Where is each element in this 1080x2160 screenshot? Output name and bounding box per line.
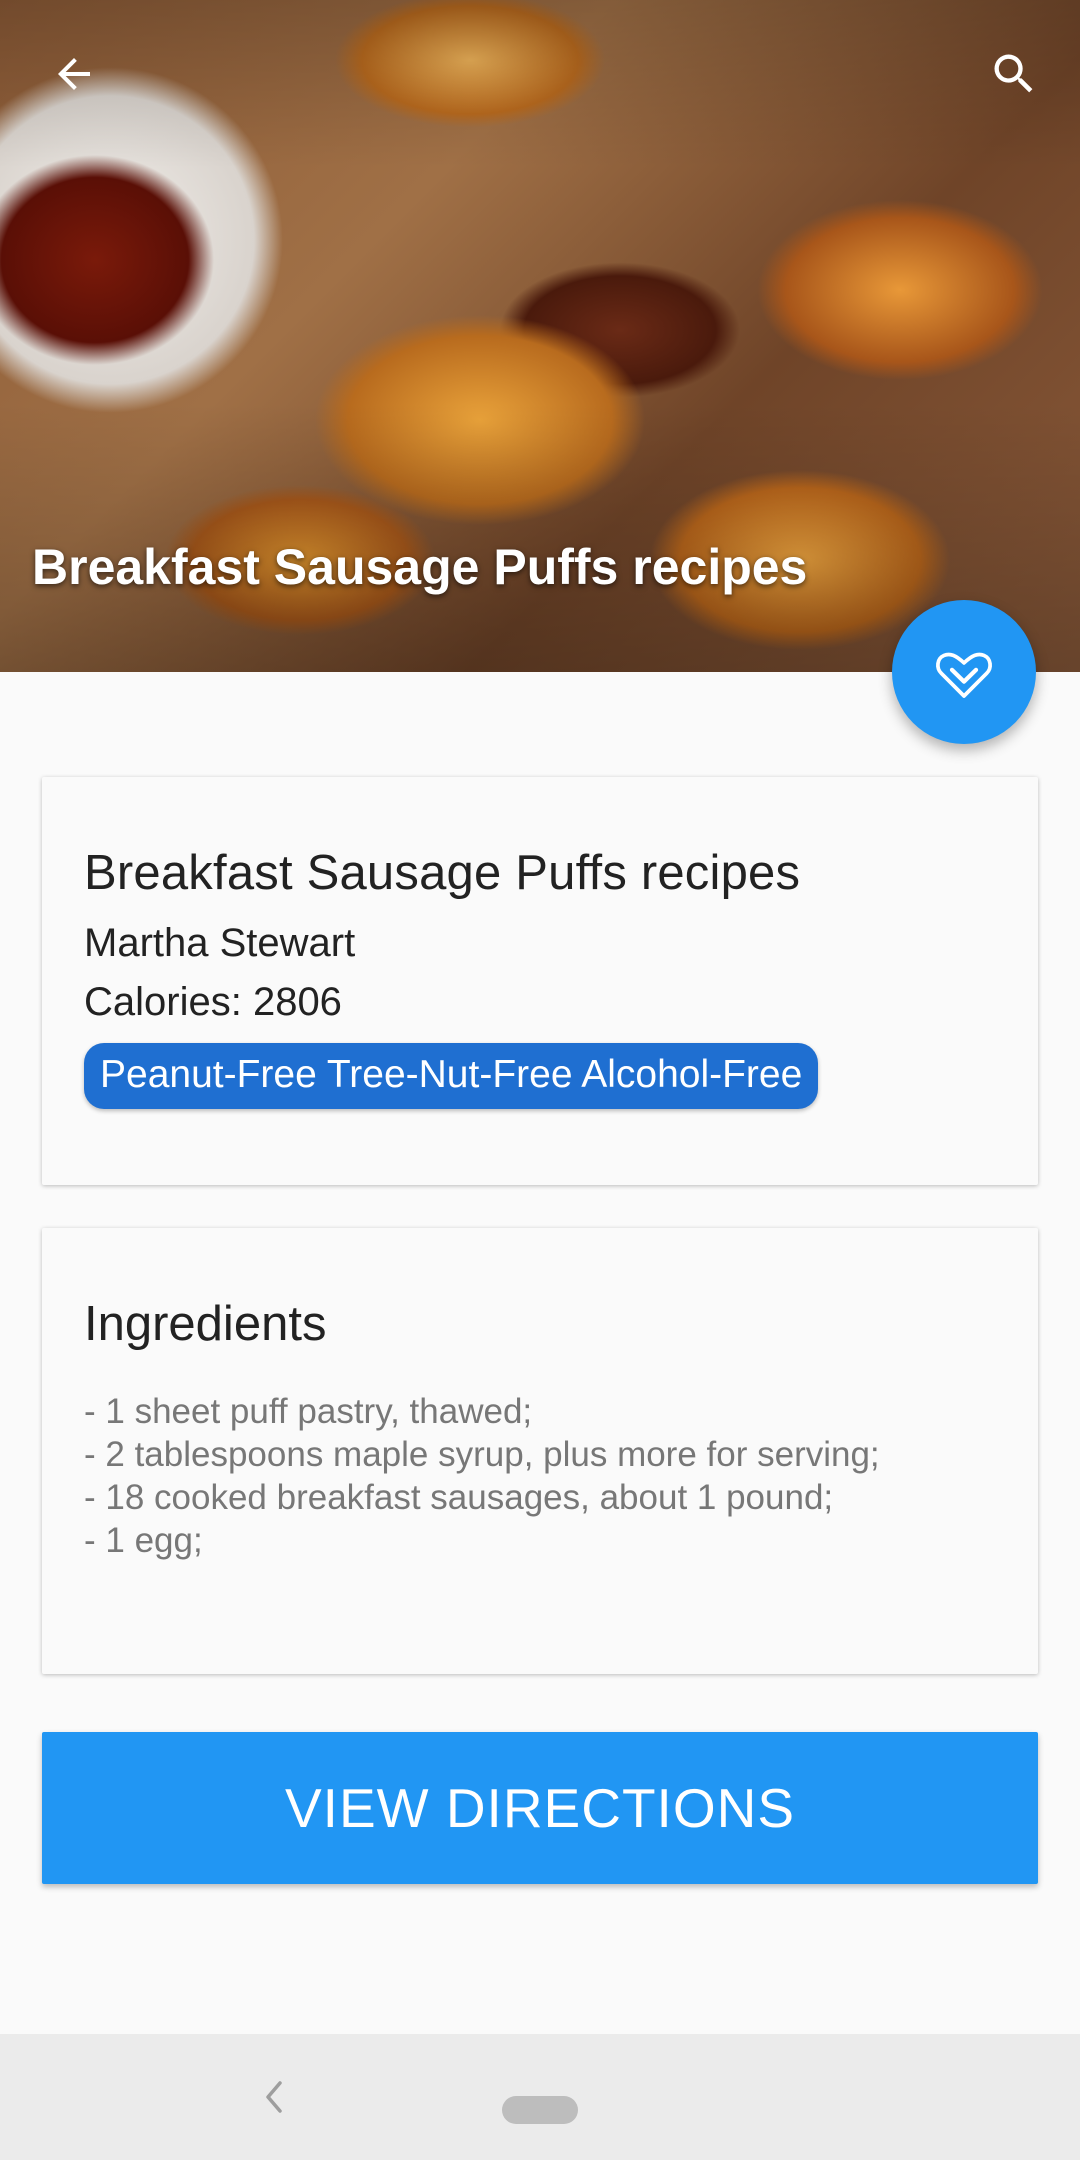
back-button[interactable] — [38, 38, 110, 110]
search-button[interactable] — [978, 38, 1050, 110]
system-navigation-bar — [0, 2034, 1080, 2160]
ingredient-item: - 1 sheet puff pastry, thawed; — [84, 1392, 533, 1431]
recipe-source: Martha Stewart — [84, 920, 356, 965]
search-icon — [994, 54, 1033, 93]
ingredients-heading: Ingredients — [84, 1297, 327, 1351]
ingredients-list: - 1 sheet puff pastry, thawed; - 2 table… — [84, 1390, 996, 1562]
recipe-calories: Calories: 2806 — [84, 979, 342, 1024]
ingredient-item: - 18 cooked breakfast sausages, about 1 … — [84, 1478, 834, 1517]
recipe-hero-image: Breakfast Sausage Puffs recipes — [0, 0, 1080, 672]
recipe-title: Breakfast Sausage Puffs recipes — [84, 846, 801, 900]
ingredients-card: Ingredients - 1 sheet puff pastry, thawe… — [42, 1228, 1038, 1674]
nav-back-button[interactable] — [256, 2076, 292, 2118]
health-labels-chip: Peanut-Free Tree-Nut-Free Alcohol-Free — [84, 1042, 819, 1109]
favorite-button[interactable] — [892, 600, 1036, 744]
ingredient-item: - 1 egg; — [84, 1521, 203, 1560]
nav-home-pill[interactable] — [502, 2096, 578, 2124]
nav-back-icon — [266, 2081, 282, 2113]
hero-title: Breakfast Sausage Puffs recipes — [32, 539, 808, 595]
arrow-back-icon — [58, 58, 90, 90]
favorite-check-icon — [936, 652, 992, 698]
recipe-info-card: Breakfast Sausage Puffs recipes Martha S… — [42, 777, 1038, 1185]
ingredient-item: - 2 tablespoons maple syrup, plus more f… — [84, 1435, 880, 1474]
view-directions-button[interactable]: VIEW DIRECTIONS — [42, 1732, 1038, 1884]
recipe-detail-screen: Breakfast Sausage Puffs recipes Breakfas… — [0, 0, 1080, 2160]
